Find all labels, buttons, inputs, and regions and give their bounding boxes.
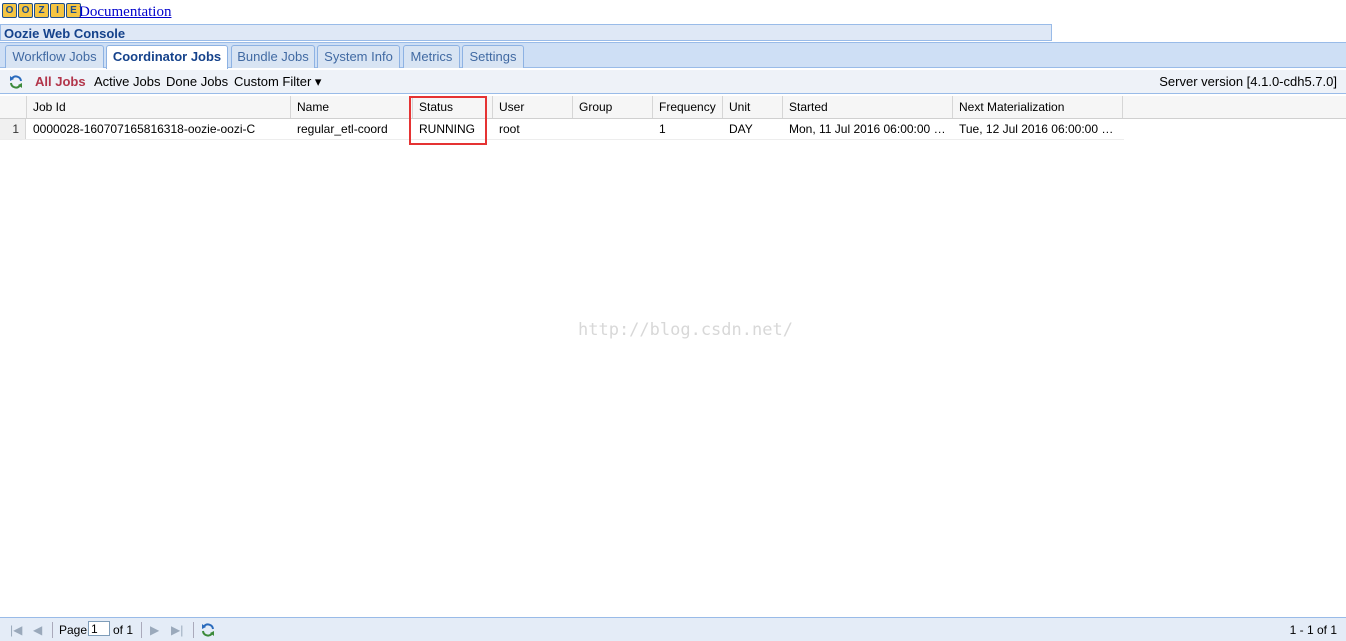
refresh-icon[interactable]: [8, 74, 24, 90]
done-jobs-filter[interactable]: Done Jobs: [166, 74, 228, 90]
row-number-header: [0, 96, 27, 118]
first-page-icon[interactable]: |◀: [10, 623, 22, 637]
table-row[interactable]: 0000028-160707165816318-oozie-oozi-C reg…: [0, 119, 1124, 140]
jobs-toolbar: All Jobs Active Jobs Done Jobs Custom Fi…: [0, 70, 1346, 94]
cell-job-id: 0000028-160707165816318-oozie-oozi-C: [33, 122, 256, 136]
tab-bundle-jobs[interactable]: Bundle Jobs: [231, 45, 315, 68]
column-header-name[interactable]: Name: [291, 96, 413, 118]
tab-settings[interactable]: Settings: [462, 45, 524, 68]
logo-letter: O: [18, 3, 33, 18]
all-jobs-filter[interactable]: All Jobs: [35, 74, 86, 90]
record-count: 1 - 1 of 1: [1289, 623, 1337, 637]
refresh-icon[interactable]: [200, 622, 216, 638]
column-header-frequency[interactable]: Frequency: [653, 96, 723, 118]
tab-workflow-jobs[interactable]: Workflow Jobs: [5, 45, 104, 68]
tab-coordinator-jobs[interactable]: Coordinator Jobs: [106, 45, 228, 69]
grid-header: Job Id Name Status User Group Frequency …: [0, 96, 1346, 119]
cell-status: RUNNING: [419, 122, 475, 136]
column-header-status[interactable]: Status: [413, 96, 493, 118]
cell-user: root: [499, 122, 520, 136]
documentation-link[interactable]: Documentation: [79, 4, 171, 21]
paging-toolbar: |◀ ◀ Page of 1 ▶ ▶| 1 - 1 of 1: [0, 617, 1346, 641]
column-header-unit[interactable]: Unit: [723, 96, 783, 118]
custom-filter-dropdown[interactable]: Custom Filter ▾: [234, 74, 321, 90]
pager-separator: [193, 622, 194, 638]
column-header-started[interactable]: Started: [783, 96, 953, 118]
page-number-input[interactable]: [88, 621, 110, 636]
active-jobs-filter[interactable]: Active Jobs: [94, 74, 160, 90]
page-total-label: of 1: [113, 623, 134, 637]
logo-letter: O: [2, 3, 17, 18]
cell-group: [573, 119, 653, 140]
top-bar: O O Z I E Documentation: [0, 0, 1346, 24]
logo-letter: I: [50, 3, 65, 18]
oozie-logo: O O Z I E: [2, 3, 81, 18]
console-title: Oozie Web Console: [0, 24, 1052, 41]
tab-strip: Workflow Jobs Coordinator Jobs Bundle Jo…: [0, 42, 1346, 69]
next-page-icon[interactable]: ▶: [150, 623, 159, 637]
page-label: Page: [59, 623, 88, 637]
pager-separator: [141, 622, 142, 638]
last-page-icon[interactable]: ▶|: [171, 623, 183, 637]
column-header-job-id[interactable]: Job Id: [27, 96, 291, 118]
cell-name: regular_etl-coord: [297, 122, 388, 136]
column-header-group[interactable]: Group: [573, 96, 653, 118]
logo-letter: Z: [34, 3, 49, 18]
pager-separator: [52, 622, 53, 638]
cell-started: Mon, 11 Jul 2016 06:00:00 GMT: [789, 122, 951, 136]
column-header-next-materialization[interactable]: Next Materialization: [953, 96, 1123, 118]
prev-page-icon[interactable]: ◀: [33, 623, 42, 637]
cell-frequency: 1: [659, 122, 666, 136]
tab-system-info[interactable]: System Info: [317, 45, 400, 68]
cell-next-materialization: Tue, 12 Jul 2016 06:00:00 GMT: [959, 122, 1121, 136]
server-version: Server version [4.1.0-cdh5.7.0]: [1159, 74, 1337, 89]
tab-metrics[interactable]: Metrics: [403, 45, 460, 68]
watermark: http://blog.csdn.net/: [578, 320, 793, 340]
column-header-user[interactable]: User: [493, 96, 573, 118]
cell-unit: DAY: [729, 122, 753, 136]
